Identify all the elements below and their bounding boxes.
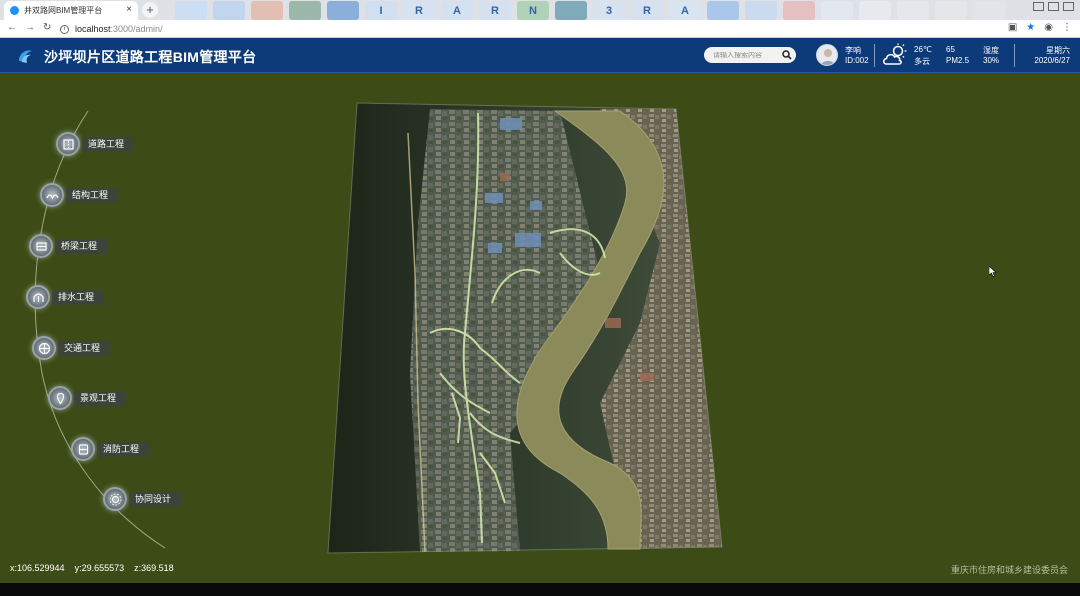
weekday: 星期六 <box>1046 46 1070 55</box>
bookmark-shortcut[interactable] <box>821 1 853 20</box>
menu-item[interactable]: 结构工程 <box>40 183 119 207</box>
mouse-pointer-icon <box>989 266 997 277</box>
avatar[interactable] <box>816 44 838 66</box>
current-date: 2020/6/27 <box>1034 56 1070 65</box>
bookmark-shortcut[interactable] <box>973 1 1005 20</box>
bookmark-shortcut[interactable]: R <box>479 1 511 20</box>
url-field[interactable]: i localhost:3000/admin/ <box>60 22 990 36</box>
app-header: 沙坪坝片区道路工程BIM管理平台 李响 ID:002 26℃ 多云 65 PM2… <box>0 38 1080 73</box>
menu-item[interactable]: 排水工程 <box>26 285 105 309</box>
humidity-value: 30% <box>983 56 1000 65</box>
bookmark-shortcut[interactable]: I <box>365 1 397 20</box>
landscape-icon[interactable] <box>48 386 72 410</box>
user-name: 李响 <box>845 46 861 55</box>
menu-item-label[interactable]: 桥梁工程 <box>55 238 108 254</box>
pm25-label: PM2.5 <box>946 56 970 65</box>
collaboration-icon[interactable] <box>103 487 127 511</box>
bookmark-shortcut[interactable] <box>783 1 815 20</box>
header-divider <box>1014 44 1015 67</box>
bookmark-shortcut[interactable] <box>897 1 929 20</box>
menu-item[interactable]: 桥梁工程 <box>29 234 108 258</box>
road-icon[interactable] <box>56 132 80 156</box>
reload-icon[interactable]: ↻ <box>43 22 51 33</box>
bookmark-shortcut[interactable]: 3 <box>593 1 625 20</box>
user-avatar-icon <box>817 45 837 65</box>
bookmark-shortcut[interactable] <box>175 1 207 20</box>
profile-icon[interactable]: ◉ <box>1044 22 1053 33</box>
search-icon[interactable] <box>782 50 792 60</box>
coord-z: z:369.518 <box>134 563 174 573</box>
menu-item[interactable]: 景观工程 <box>48 386 127 410</box>
menu-item[interactable]: 消防工程 <box>71 437 150 461</box>
header-divider <box>874 44 875 67</box>
menu-item-label[interactable]: 结构工程 <box>66 187 119 203</box>
minimize-icon[interactable] <box>1033 2 1044 11</box>
forward-arrow-icon[interactable]: → <box>25 22 35 33</box>
address-bar: ← → ↻ i localhost:3000/admin/ ▣ ★ ◉ ⋮ <box>0 20 1080 38</box>
bookmark-shortcut[interactable]: A <box>669 1 701 20</box>
close-window-icon[interactable] <box>1063 2 1074 11</box>
menu-item-label[interactable]: 消防工程 <box>97 441 150 457</box>
menu-item-label[interactable]: 道路工程 <box>82 136 135 152</box>
platform-logo-icon <box>19 50 32 63</box>
bookmark-shortcut[interactable] <box>251 1 283 20</box>
fire-icon[interactable] <box>71 437 95 461</box>
tab-title: 井双路网BIM管理平台 <box>24 6 103 15</box>
partly-cloudy-icon <box>883 43 907 65</box>
menu-item-label[interactable]: 景观工程 <box>74 390 127 406</box>
bookmark-shortcut[interactable] <box>745 1 777 20</box>
bookmark-shortcut[interactable] <box>289 1 321 20</box>
bookmark-shortcut[interactable]: A <box>441 1 473 20</box>
url-path: :3000/admin/ <box>110 24 163 34</box>
bookmark-strip: IRARN3RA <box>175 1 1005 20</box>
coordinate-readout: x:106.529944 y:29.655573 z:369.518 <box>10 563 184 573</box>
map-viewport[interactable]: 道路工程结构工程桥梁工程排水工程交通工程景观工程消防工程协同设计 x:106.5… <box>0 73 1080 583</box>
user-id: ID:002 <box>845 56 869 65</box>
new-tab-button[interactable]: + <box>142 2 158 18</box>
menu-item[interactable]: 交通工程 <box>32 336 111 360</box>
tab-close-icon[interactable]: × <box>126 4 132 15</box>
bridge-icon[interactable] <box>29 234 53 258</box>
traffic-icon[interactable] <box>32 336 56 360</box>
back-arrow-icon[interactable]: ← <box>7 22 17 33</box>
weather-condition: 多云 <box>914 57 930 66</box>
bottom-bar <box>0 583 1080 596</box>
bookmark-shortcut[interactable] <box>859 1 891 20</box>
pm25-value: 65 <box>946 45 955 54</box>
menu-item-label[interactable]: 排水工程 <box>52 289 105 305</box>
menu-item[interactable]: 协同设计 <box>103 487 182 511</box>
humidity-label: 湿度 <box>983 46 999 55</box>
bookmark-shortcut[interactable]: R <box>631 1 663 20</box>
page-title: 沙坪坝片区道路工程BIM管理平台 <box>44 49 257 65</box>
coord-x: x:106.529944 <box>10 563 65 573</box>
bookmark-shortcut[interactable] <box>327 1 359 20</box>
bookmark-shortcut[interactable] <box>555 1 587 20</box>
footer-credit: 重庆市住房和城乡建设委员会 <box>950 565 1068 575</box>
maximize-icon[interactable] <box>1048 2 1059 11</box>
tab-favicon-icon <box>10 6 19 15</box>
url-host: localhost <box>75 24 111 34</box>
browser-tab[interactable]: 井双路网BIM管理平台 × <box>4 1 138 20</box>
search-input[interactable] <box>713 51 779 59</box>
address-bar-actions: ▣ ★ ◉ ⋮ <box>1008 22 1072 33</box>
search-box[interactable] <box>704 47 796 63</box>
bookmark-star-icon[interactable]: ★ <box>1026 22 1035 33</box>
structure-icon[interactable] <box>40 183 64 207</box>
coord-y: y:29.655573 <box>74 563 125 573</box>
menu-item-label[interactable]: 交通工程 <box>58 340 111 356</box>
bookmark-shortcut[interactable]: N <box>517 1 549 20</box>
drainage-icon[interactable] <box>26 285 50 309</box>
browser-tab-bar: 井双路网BIM管理平台 × + IRARN3RA <box>0 0 1080 20</box>
site-info-icon[interactable]: i <box>60 24 69 34</box>
browser-menu-icon[interactable]: ⋮ <box>1062 22 1072 33</box>
bookmark-shortcut[interactable] <box>707 1 739 20</box>
menu-item[interactable]: 道路工程 <box>56 132 135 156</box>
window-controls <box>1033 2 1074 11</box>
bookmark-shortcut[interactable] <box>213 1 245 20</box>
translate-icon[interactable]: ▣ <box>1008 22 1017 33</box>
menu-item-label[interactable]: 协同设计 <box>129 491 182 507</box>
bookmark-shortcut[interactable] <box>935 1 967 20</box>
temperature: 26℃ <box>914 45 932 54</box>
bookmark-shortcut[interactable]: R <box>403 1 435 20</box>
